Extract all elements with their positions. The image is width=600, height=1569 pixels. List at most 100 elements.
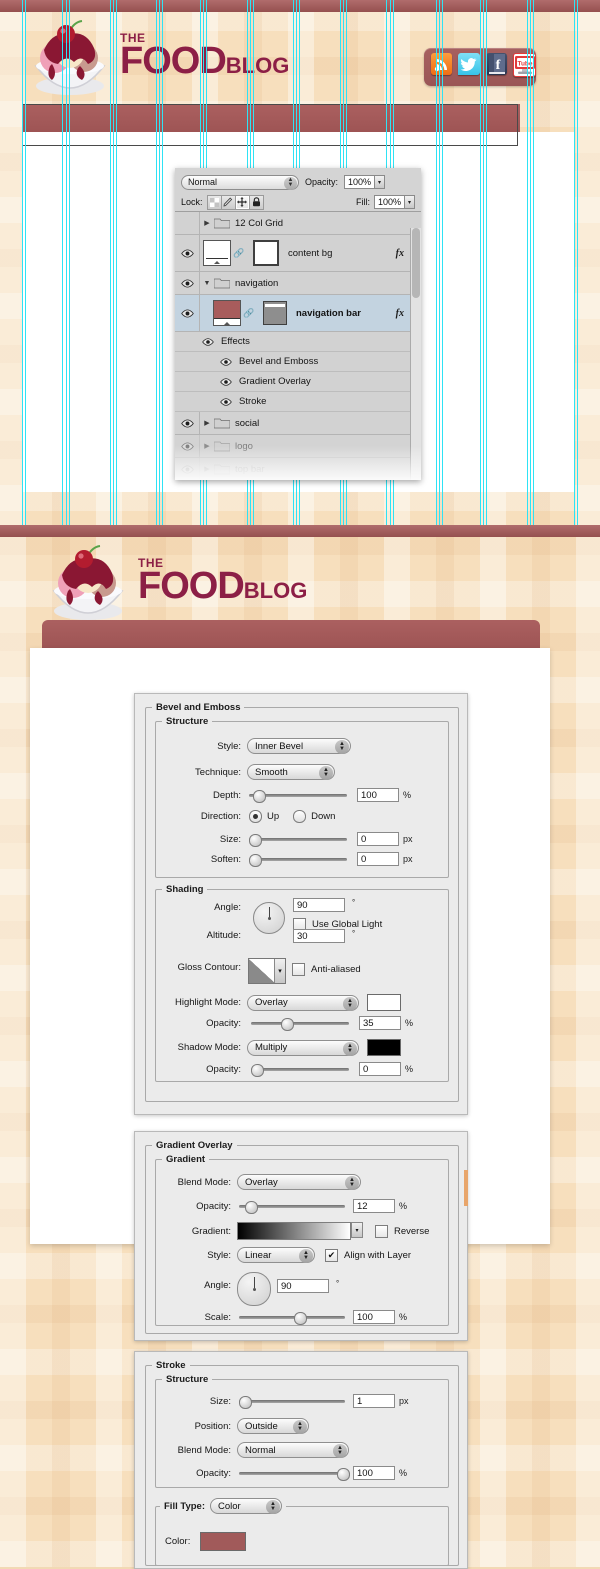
visibility-toggle[interactable]	[175, 235, 200, 271]
blend-mode-select[interactable]: Normal ▲ ▼	[181, 174, 299, 190]
size-slider[interactable]	[249, 832, 347, 847]
stroke-position-stepper[interactable]: ▲ ▼	[293, 1420, 307, 1434]
gradient-opacity-input[interactable]: 12	[353, 1199, 395, 1213]
gradient-angle-input[interactable]: 90	[277, 1279, 329, 1293]
stroke-blend-mode-stepper[interactable]: ▲ ▼	[333, 1444, 347, 1458]
effects-header-row[interactable]: Effects	[175, 332, 421, 352]
depth-slider[interactable]	[249, 788, 347, 803]
visibility-toggle[interactable]	[175, 272, 200, 294]
altitude-input[interactable]: 30	[293, 929, 345, 943]
layer-row-content-bg[interactable]: 🔗 content bg fx ▾	[175, 235, 421, 272]
effect-row-stroke[interactable]: Stroke	[175, 392, 421, 412]
vector-mask-thumbnail[interactable]	[263, 301, 287, 325]
gradient-angle-dial[interactable]	[237, 1272, 271, 1306]
visibility-toggle[interactable]	[217, 397, 235, 406]
gradient-blend-mode-stepper[interactable]: ▲ ▼	[345, 1176, 359, 1190]
highlight-mode-stepper[interactable]: ▲ ▼	[343, 996, 357, 1011]
gradient-blend-mode-select[interactable]: Overlay ▲ ▼	[237, 1174, 361, 1190]
technique-stepper[interactable]: ▲ ▼	[319, 766, 333, 780]
effect-row-bevel-and-emboss[interactable]: Bevel and Emboss	[175, 352, 421, 372]
visibility-toggle[interactable]	[217, 377, 235, 386]
gradient-dropdown-icon[interactable]: ▾	[351, 1222, 363, 1238]
anti-aliased-checkbox[interactable]	[292, 963, 305, 976]
fill-dropdown-icon[interactable]: ▾	[404, 195, 415, 209]
gloss-contour-preview[interactable]: ▾	[248, 958, 286, 984]
style-stepper[interactable]: ▲ ▼	[335, 740, 349, 754]
shadow-opacity-input[interactable]: 0	[359, 1062, 401, 1076]
visibility-toggle[interactable]	[217, 357, 235, 366]
soften-input[interactable]: 0	[357, 852, 399, 866]
rss-icon[interactable]	[431, 53, 453, 75]
gradient-style-select[interactable]: Linear ▲ ▼	[237, 1247, 315, 1263]
disclosure-triangle-icon[interactable]: ▶	[200, 419, 214, 427]
stroke-opacity-input[interactable]: 100	[353, 1466, 395, 1480]
twitter-icon[interactable]	[458, 53, 480, 75]
fill-type-select[interactable]: Color ▲ ▼	[210, 1498, 282, 1514]
fx-icon[interactable]: fx	[396, 248, 408, 259]
link-mask-icon[interactable]: 🔗	[233, 248, 244, 259]
technique-select[interactable]: Smooth ▲ ▼	[247, 764, 335, 780]
logo[interactable]: THE FOODBLOG	[22, 18, 302, 102]
angle-input[interactable]: 90	[293, 898, 345, 912]
lock-all-icon[interactable]	[249, 195, 263, 209]
gradient-scale-input[interactable]: 100	[353, 1310, 395, 1324]
effect-row-gradient-overlay[interactable]: Gradient Overlay	[175, 372, 421, 392]
fill-input[interactable]: 100%	[374, 195, 405, 209]
opacity-dropdown-icon[interactable]: ▾	[374, 175, 386, 189]
link-mask-icon[interactable]: 🔗	[243, 308, 254, 319]
gradient-style-stepper[interactable]: ▲ ▼	[299, 1249, 313, 1263]
shadow-mode-stepper[interactable]: ▲ ▼	[343, 1041, 357, 1056]
reverse-checkbox[interactable]	[375, 1224, 388, 1238]
layer-thumbnail[interactable]	[213, 300, 241, 326]
lock-transparent-pixels-icon[interactable]	[207, 195, 222, 209]
youtube-icon[interactable]: Tube	[512, 53, 536, 77]
visibility-toggle[interactable]	[199, 337, 217, 346]
gradient-scale-slider[interactable]	[239, 1310, 345, 1325]
layer-mask-thumbnail[interactable]	[253, 240, 279, 266]
stroke-opacity-slider[interactable]	[239, 1466, 350, 1481]
fx-icon[interactable]: fx	[396, 308, 408, 319]
layer-row-social[interactable]: ▶ social	[175, 412, 421, 435]
size-input[interactable]: 0	[357, 832, 399, 846]
fill-type-stepper[interactable]: ▲ ▼	[266, 1500, 280, 1514]
direction-down-radio[interactable]	[293, 810, 307, 823]
highlight-opacity-slider[interactable]	[251, 1016, 349, 1031]
disclosure-triangle-icon[interactable]: ▼	[200, 280, 214, 287]
facebook-icon[interactable]: f	[485, 53, 507, 75]
style-select[interactable]: Inner Bevel ▲ ▼	[247, 738, 351, 754]
layer-thumbnail[interactable]	[203, 240, 231, 266]
stroke-size-slider[interactable]	[239, 1394, 345, 1409]
shadow-opacity-slider[interactable]	[251, 1062, 349, 1077]
disclosure-triangle-icon[interactable]: ▶	[200, 219, 214, 227]
stroke-size-input[interactable]: 1	[353, 1394, 395, 1408]
layers-panel[interactable]: Normal ▲ ▼ Opacity: 100% ▾ Lock: Fill: 1…	[175, 168, 421, 480]
logo-2[interactable]: THE FOODBLOG	[40, 543, 320, 627]
direction-up-radio[interactable]	[249, 810, 262, 823]
highlight-color-swatch[interactable]	[367, 994, 401, 1011]
visibility-toggle[interactable]	[175, 295, 200, 331]
shadow-color-swatch[interactable]	[367, 1039, 401, 1056]
visibility-toggle[interactable]	[175, 412, 200, 434]
layer-row-navigation-bar[interactable]: 🔗 navigation bar fx ▴	[175, 295, 421, 332]
layers-scrollbar[interactable]	[410, 228, 421, 480]
lock-image-pixels-icon[interactable]	[221, 195, 236, 209]
gloss-contour-dropdown-icon[interactable]: ▾	[274, 959, 285, 983]
opacity-input[interactable]: 100%	[344, 175, 376, 189]
layers-scrollbar-thumb[interactable]	[412, 228, 420, 298]
highlight-opacity-input[interactable]: 35	[359, 1016, 401, 1030]
stroke-color-swatch[interactable]	[200, 1532, 247, 1551]
soften-slider[interactable]	[249, 852, 347, 867]
shadow-mode-select[interactable]: Multiply ▲ ▼	[247, 1039, 359, 1056]
depth-input[interactable]: 100	[357, 788, 399, 802]
stroke-position-select[interactable]: Outside ▲ ▼	[237, 1418, 309, 1434]
layer-row-navigation-group[interactable]: ▼ navigation	[175, 272, 421, 295]
gradient-preview[interactable]	[237, 1222, 351, 1240]
highlight-mode-select[interactable]: Overlay ▲ ▼	[247, 994, 359, 1011]
align-with-layer-checkbox[interactable]: ✔	[325, 1248, 338, 1262]
gradient-opacity-slider[interactable]	[239, 1199, 345, 1214]
blend-mode-stepper[interactable]: ▲ ▼	[284, 176, 297, 190]
layer-row-12-col-grid[interactable]: ▶ 12 Col Grid	[175, 212, 421, 235]
lock-position-icon[interactable]	[235, 195, 250, 209]
stroke-blend-mode-select[interactable]: Normal ▲ ▼	[237, 1442, 349, 1458]
visibility-toggle-hidden[interactable]	[175, 212, 200, 234]
